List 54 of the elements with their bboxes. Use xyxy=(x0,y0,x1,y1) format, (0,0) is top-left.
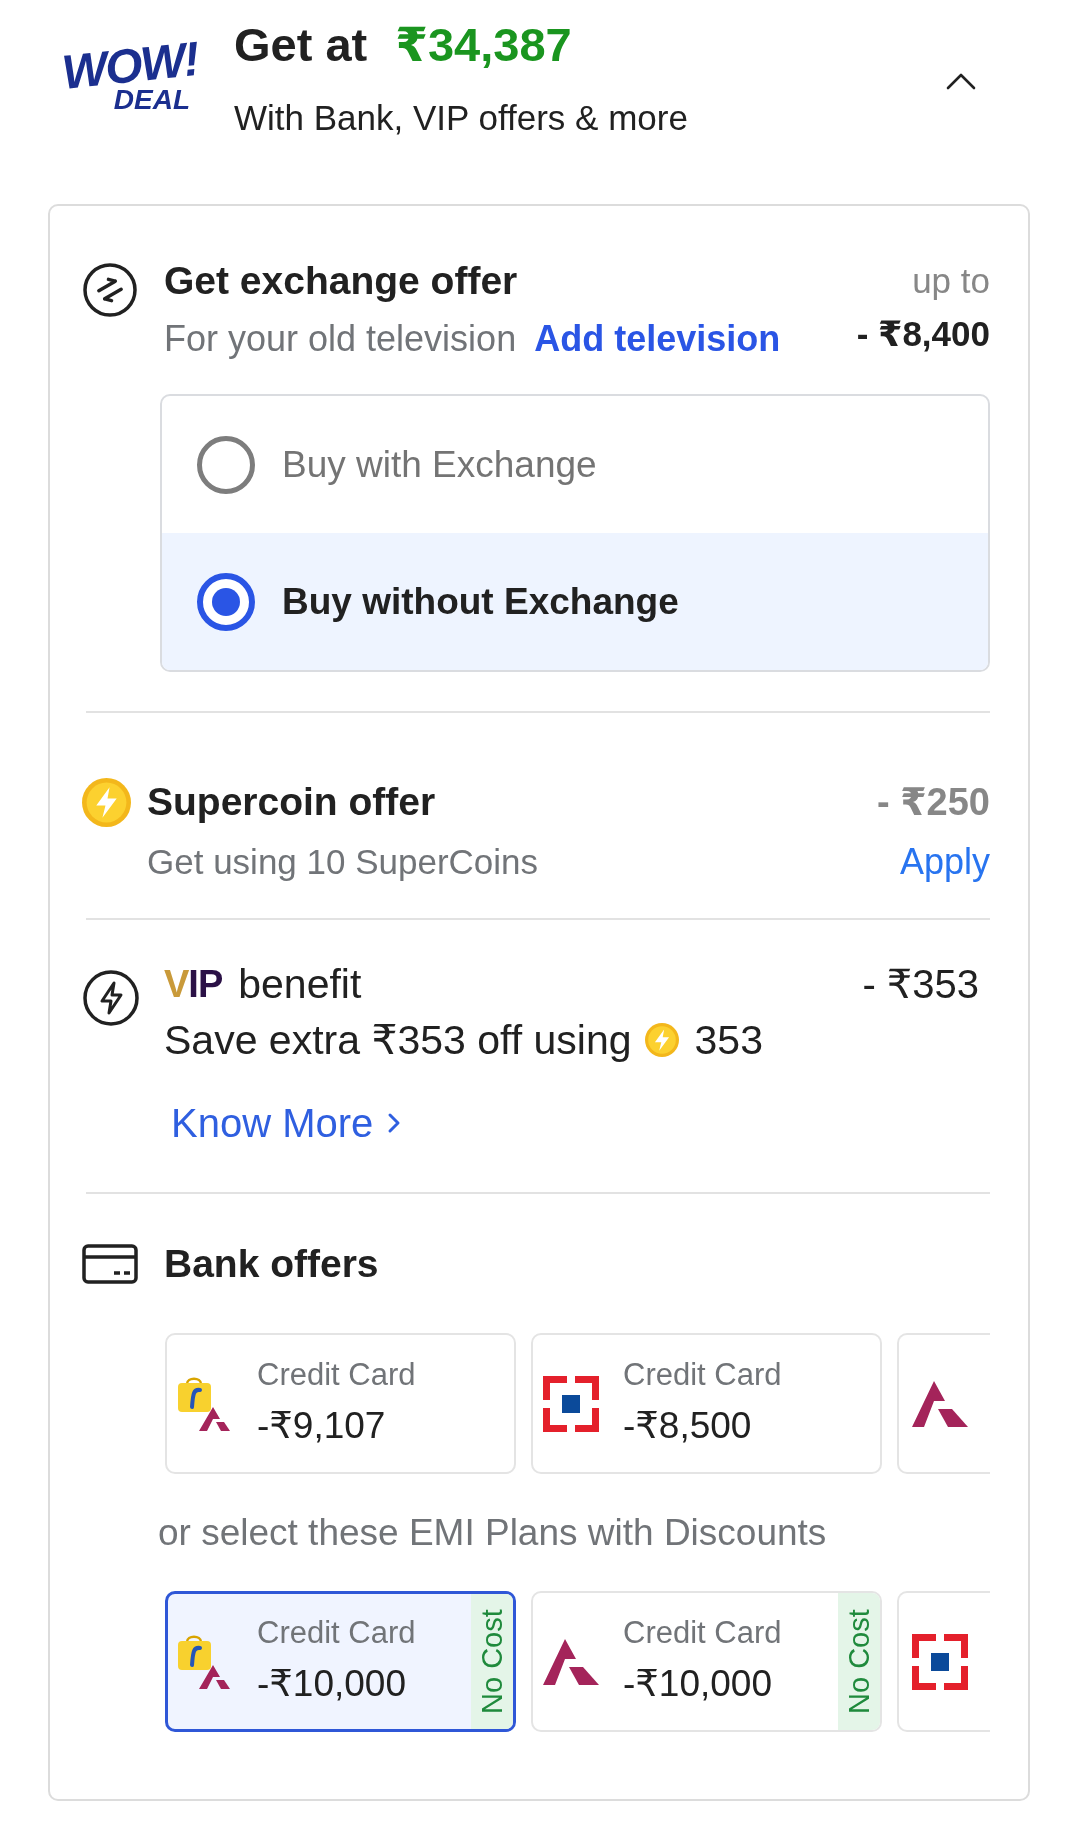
card-type: Credit Card xyxy=(623,1613,782,1652)
cost-badge: No Cost xyxy=(838,1593,880,1730)
card-type: Credit Card xyxy=(257,1355,416,1394)
offer-card[interactable]: Credit Card -₹8,500 xyxy=(531,1333,882,1474)
bolt-circle-icon xyxy=(82,969,140,1027)
offer-amount: -₹10,000 xyxy=(623,1661,774,1706)
add-television-link[interactable]: Add television xyxy=(534,318,781,359)
exchange-option[interactable]: Buy with Exchange xyxy=(162,396,988,533)
bolt-coin-icon xyxy=(82,777,131,827)
header-subtitle: With Bank, VIP offers & more xyxy=(234,97,689,139)
radio-button[interactable] xyxy=(197,572,255,631)
square-frame-logo-icon xyxy=(912,1633,968,1690)
peak-logo-icon xyxy=(912,1380,968,1427)
card-type: Credit Card xyxy=(257,1613,416,1652)
radio-button[interactable] xyxy=(197,435,255,494)
exchange-arrows-icon xyxy=(82,262,138,318)
offer-card[interactable]: Credit Card -₹10,000 No Cost xyxy=(165,1591,516,1732)
offer-amount: -₹8,500 xyxy=(623,1403,753,1448)
apply-link[interactable]: Apply xyxy=(899,830,990,894)
amount-prefix: up to xyxy=(911,260,990,302)
card-icon xyxy=(82,1244,138,1284)
bag-peak-logo-icon xyxy=(177,1633,233,1690)
offer-card[interactable]: Credit Card -₹9,107 xyxy=(165,1333,516,1474)
card-type: Credit Card xyxy=(623,1355,782,1394)
discount-amount: - ₹8,400 xyxy=(856,313,990,355)
section-subtitle: Get using 10 SuperCoins xyxy=(147,841,540,883)
offer-amount: -₹9,107 xyxy=(257,1403,387,1448)
section-subtitle: For your old television xyxy=(164,318,517,359)
square-frame-logo-icon xyxy=(543,1375,599,1432)
know-more-link[interactable]: Know More xyxy=(171,1095,402,1151)
offer-amount: -₹10,000 xyxy=(257,1661,408,1706)
section-title: Bank offers xyxy=(164,1241,379,1287)
price-label: Get at xyxy=(234,17,368,73)
offer-card[interactable] xyxy=(897,1333,990,1474)
emi-label: or select these EMI Plans with Discounts xyxy=(158,1511,828,1555)
peak-logo-icon xyxy=(543,1638,599,1685)
vip-logo: VIP xyxy=(164,964,223,1004)
chevron-right-icon xyxy=(387,1112,402,1134)
coin-count: 353 xyxy=(694,1016,763,1065)
section-title: benefit xyxy=(238,960,362,1009)
offer-card[interactable]: Credit Card -₹10,000 No Cost xyxy=(531,1591,882,1732)
logo-text: DEAL xyxy=(113,86,190,114)
cost-badge: No Cost xyxy=(471,1594,513,1729)
section-title: Get exchange offer xyxy=(164,258,519,304)
section-title: Supercoin offer xyxy=(147,779,437,825)
discount-amount: - ₹353 xyxy=(862,961,979,1008)
discount-amount: - ₹250 xyxy=(876,780,990,825)
benefit-text: Save extra ₹353 off using xyxy=(164,1016,632,1065)
chevron-up-icon[interactable] xyxy=(946,72,976,90)
bolt-coin-icon xyxy=(644,1023,679,1057)
deal-price: ₹34,387 xyxy=(395,17,572,73)
exchange-option[interactable]: Buy without Exchange xyxy=(162,533,988,670)
offer-card[interactable] xyxy=(897,1591,990,1732)
bag-peak-logo-icon xyxy=(177,1375,233,1432)
